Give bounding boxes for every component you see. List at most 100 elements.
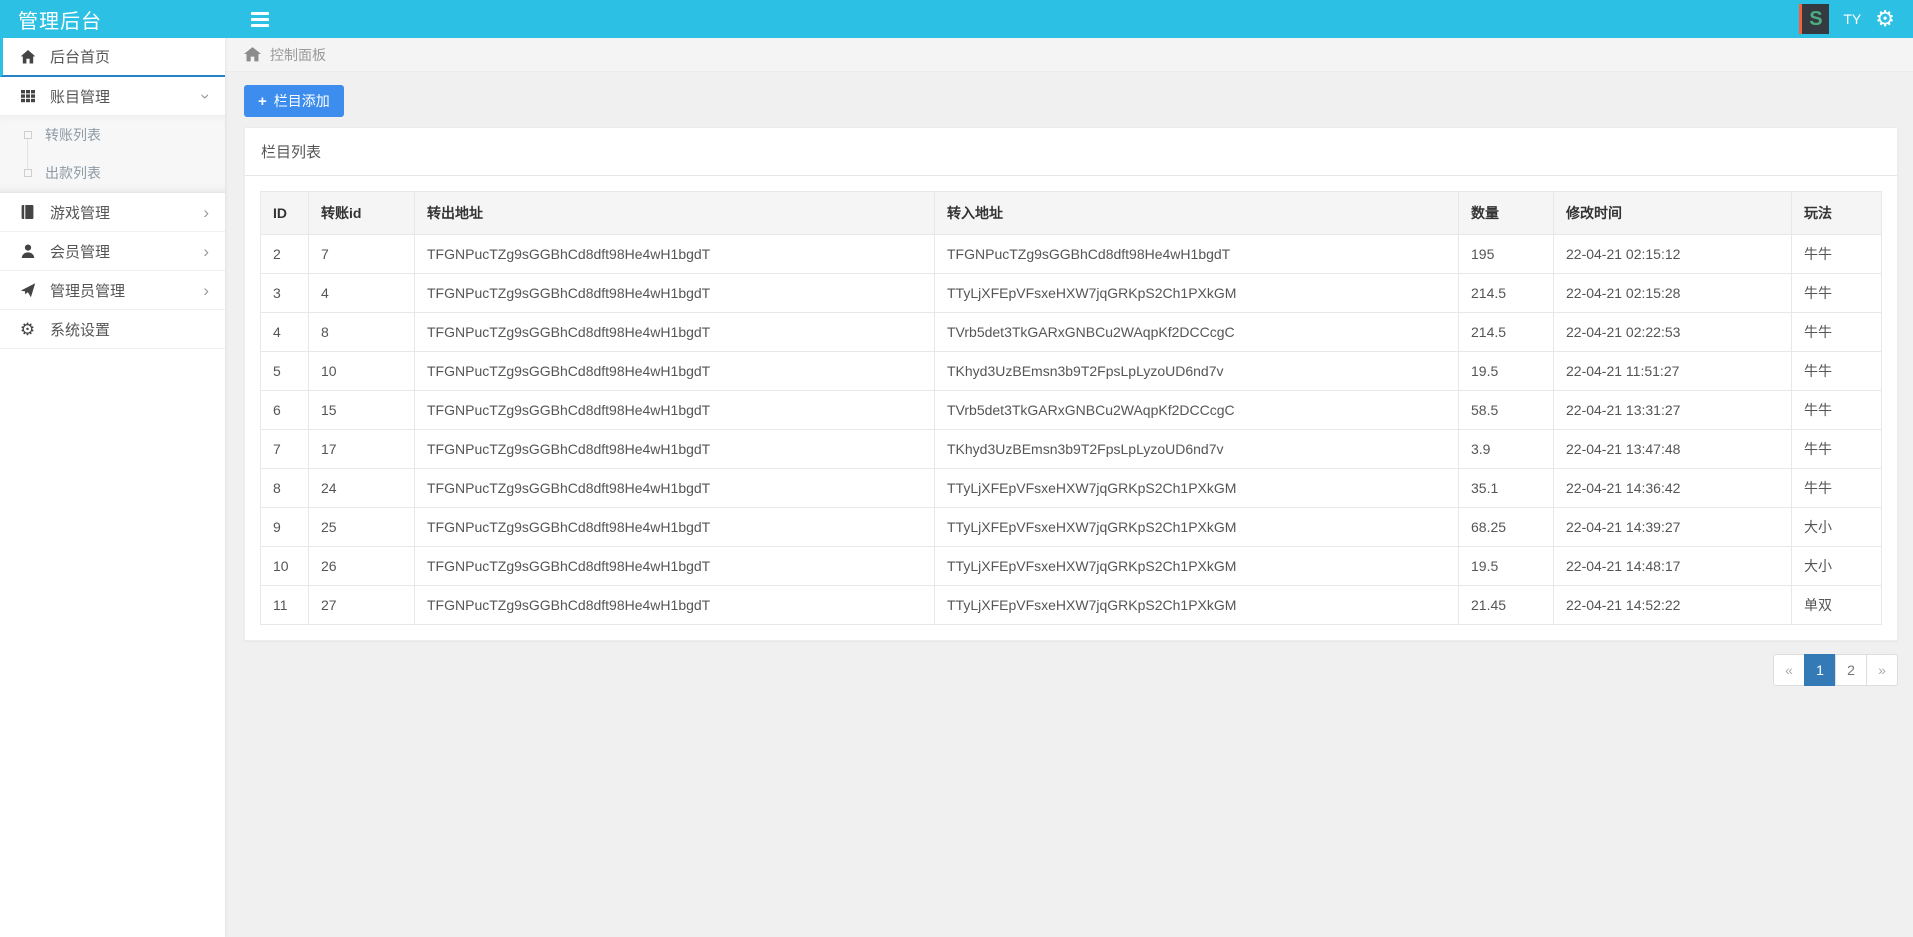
- table-cell: 19.5: [1459, 547, 1554, 586]
- table-cell: 牛牛: [1792, 391, 1882, 430]
- table-cell: TFGNPucTZg9sGGBhCd8dft98He4wH1bgdT: [935, 235, 1459, 274]
- table-cell: TKhyd3UzBEmsn3b9T2FpsLpLyzoUD6nd7v: [935, 430, 1459, 469]
- send-icon: [19, 282, 36, 299]
- pagination-page-button[interactable]: 2: [1835, 654, 1867, 686]
- table-row: 48TFGNPucTZg9sGGBhCd8dft98He4wH1bgdTTVrb…: [261, 313, 1882, 352]
- home-icon: [19, 48, 36, 65]
- table-cell: 4: [309, 274, 415, 313]
- table-cell: 7: [261, 430, 309, 469]
- table-cell: TTyLjXFEpVFsxeHXW7jqGRKpS2Ch1PXkGM: [935, 547, 1459, 586]
- sidebar-subitem-label: 转账列表: [45, 125, 101, 145]
- sidebar-submenu-accounts: 转账列表 出款列表: [0, 116, 225, 193]
- table-cell: TFGNPucTZg9sGGBhCd8dft98He4wH1bgdT: [415, 235, 935, 274]
- table-cell: 35.1: [1459, 469, 1554, 508]
- table-header-row: ID转账id转出地址转入地址数量修改时间玩法: [261, 192, 1882, 235]
- pagination: « 1 2 »: [244, 654, 1898, 686]
- table-cell: TTyLjXFEpVFsxeHXW7jqGRKpS2Ch1PXkGM: [935, 586, 1459, 625]
- book-icon: [19, 204, 36, 221]
- table-cell: TFGNPucTZg9sGGBhCd8dft98He4wH1bgdT: [415, 274, 935, 313]
- table-cell: 27: [309, 586, 415, 625]
- content: + 栏目添加 栏目列表 ID转账id转出地址转入地址数量修改时间玩法 27TFG…: [225, 72, 1913, 686]
- table-cell: 7: [309, 235, 415, 274]
- table-cell: TFGNPucTZg9sGGBhCd8dft98He4wH1bgdT: [415, 391, 935, 430]
- table-cell: 牛牛: [1792, 469, 1882, 508]
- avatar[interactable]: S: [1799, 4, 1829, 34]
- table-cell: 10: [309, 352, 415, 391]
- home-icon: [244, 47, 261, 62]
- table-cell: 22-04-21 02:15:28: [1554, 274, 1792, 313]
- sidebar-item-accounts[interactable]: 账目管理 ›: [0, 77, 225, 116]
- table-cell: 58.5: [1459, 391, 1554, 430]
- sidebar-item-label: 会员管理: [50, 241, 203, 262]
- table-row: 615TFGNPucTZg9sGGBhCd8dft98He4wH1bgdTTVr…: [261, 391, 1882, 430]
- table-cell: 214.5: [1459, 313, 1554, 352]
- app-title: 管理后台: [0, 5, 225, 34]
- add-column-button[interactable]: + 栏目添加: [244, 85, 344, 117]
- table-cell: TFGNPucTZg9sGGBhCd8dft98He4wH1bgdT: [415, 352, 935, 391]
- table-row: 34TFGNPucTZg9sGGBhCd8dft98He4wH1bgdTTTyL…: [261, 274, 1882, 313]
- table-cell: 17: [309, 430, 415, 469]
- table-cell: 22-04-21 14:39:27: [1554, 508, 1792, 547]
- table-cell: 8: [261, 469, 309, 508]
- table-cell: 22-04-21 11:51:27: [1554, 352, 1792, 391]
- panel-title: 栏目列表: [245, 128, 1897, 176]
- grid-icon: [19, 88, 36, 105]
- sidebar-item-label: 系统设置: [50, 319, 209, 340]
- column-header: ID: [261, 192, 309, 235]
- topbar: 管理后台 S TY ⚙: [0, 0, 1913, 38]
- pagination-prev-button[interactable]: «: [1773, 654, 1805, 686]
- user-icon: [19, 243, 36, 260]
- hamburger-menu-icon[interactable]: [251, 12, 269, 27]
- table-cell: 大小: [1792, 547, 1882, 586]
- table-row: 717TFGNPucTZg9sGGBhCd8dft98He4wH1bgdTTKh…: [261, 430, 1882, 469]
- main-area: 控制面板 + 栏目添加 栏目列表 ID转账id转出地址转入地址数量修改时间玩法: [225, 38, 1913, 937]
- table-cell: 22-04-21 02:15:12: [1554, 235, 1792, 274]
- table-cell: 25: [309, 508, 415, 547]
- chevron-right-icon: ›: [203, 204, 209, 221]
- sidebar-item-games[interactable]: 游戏管理 ›: [0, 193, 225, 232]
- sidebar-subitem-withdraw-list[interactable]: 出款列表: [0, 154, 225, 192]
- table-cell: TFGNPucTZg9sGGBhCd8dft98He4wH1bgdT: [415, 547, 935, 586]
- table-cell: 牛牛: [1792, 274, 1882, 313]
- plus-icon: +: [258, 94, 267, 109]
- table-cell: 牛牛: [1792, 313, 1882, 352]
- pagination-page-button[interactable]: 1: [1804, 654, 1836, 686]
- column-header: 数量: [1459, 192, 1554, 235]
- breadcrumb: 控制面板: [225, 38, 1913, 72]
- gear-icon[interactable]: ⚙: [1875, 8, 1895, 30]
- table-cell: 4: [261, 313, 309, 352]
- table-cell: TFGNPucTZg9sGGBhCd8dft98He4wH1bgdT: [415, 586, 935, 625]
- table-cell: 19.5: [1459, 352, 1554, 391]
- table-cell: 5: [261, 352, 309, 391]
- table-cell: 10: [261, 547, 309, 586]
- table-cell: TFGNPucTZg9sGGBhCd8dft98He4wH1bgdT: [415, 508, 935, 547]
- pagination-next-button[interactable]: »: [1866, 654, 1898, 686]
- sidebar-item-admins[interactable]: 管理员管理 ›: [0, 271, 225, 310]
- table-cell: TFGNPucTZg9sGGBhCd8dft98He4wH1bgdT: [415, 469, 935, 508]
- sidebar-item-label: 账目管理: [50, 86, 203, 107]
- panel-body: ID转账id转出地址转入地址数量修改时间玩法 27TFGNPucTZg9sGGB…: [245, 176, 1897, 640]
- sidebar-item-settings[interactable]: ⚙ 系统设置: [0, 310, 225, 349]
- table-row: 510TFGNPucTZg9sGGBhCd8dft98He4wH1bgdTTKh…: [261, 352, 1882, 391]
- table-cell: 22-04-21 13:47:48: [1554, 430, 1792, 469]
- table-row: 925TFGNPucTZg9sGGBhCd8dft98He4wH1bgdTTTy…: [261, 508, 1882, 547]
- sidebar-item-home[interactable]: 后台首页: [0, 38, 225, 77]
- table-cell: 22-04-21 14:48:17: [1554, 547, 1792, 586]
- table-cell: 大小: [1792, 508, 1882, 547]
- column-header: 玩法: [1792, 192, 1882, 235]
- table-cell: 11: [261, 586, 309, 625]
- table-cell: 2: [261, 235, 309, 274]
- sidebar-item-members[interactable]: 会员管理 ›: [0, 232, 225, 271]
- table-cell: TVrb5det3TkGARxGNBCu2WAqpKf2DCCcgC: [935, 391, 1459, 430]
- table-row: 824TFGNPucTZg9sGGBhCd8dft98He4wH1bgdTTTy…: [261, 469, 1882, 508]
- table-cell: TKhyd3UzBEmsn3b9T2FpsLpLyzoUD6nd7v: [935, 352, 1459, 391]
- sidebar-subitem-transfer-list[interactable]: 转账列表: [0, 116, 225, 154]
- table-cell: 3.9: [1459, 430, 1554, 469]
- table-cell: 68.25: [1459, 508, 1554, 547]
- sidebar: 后台首页 账目管理 › 转账列表 出款列表: [0, 38, 225, 937]
- table-cell: 26: [309, 547, 415, 586]
- table-cell: 牛牛: [1792, 430, 1882, 469]
- table-cell: TTyLjXFEpVFsxeHXW7jqGRKpS2Ch1PXkGM: [935, 508, 1459, 547]
- column-header: 转入地址: [935, 192, 1459, 235]
- chevron-down-icon: ›: [198, 93, 215, 99]
